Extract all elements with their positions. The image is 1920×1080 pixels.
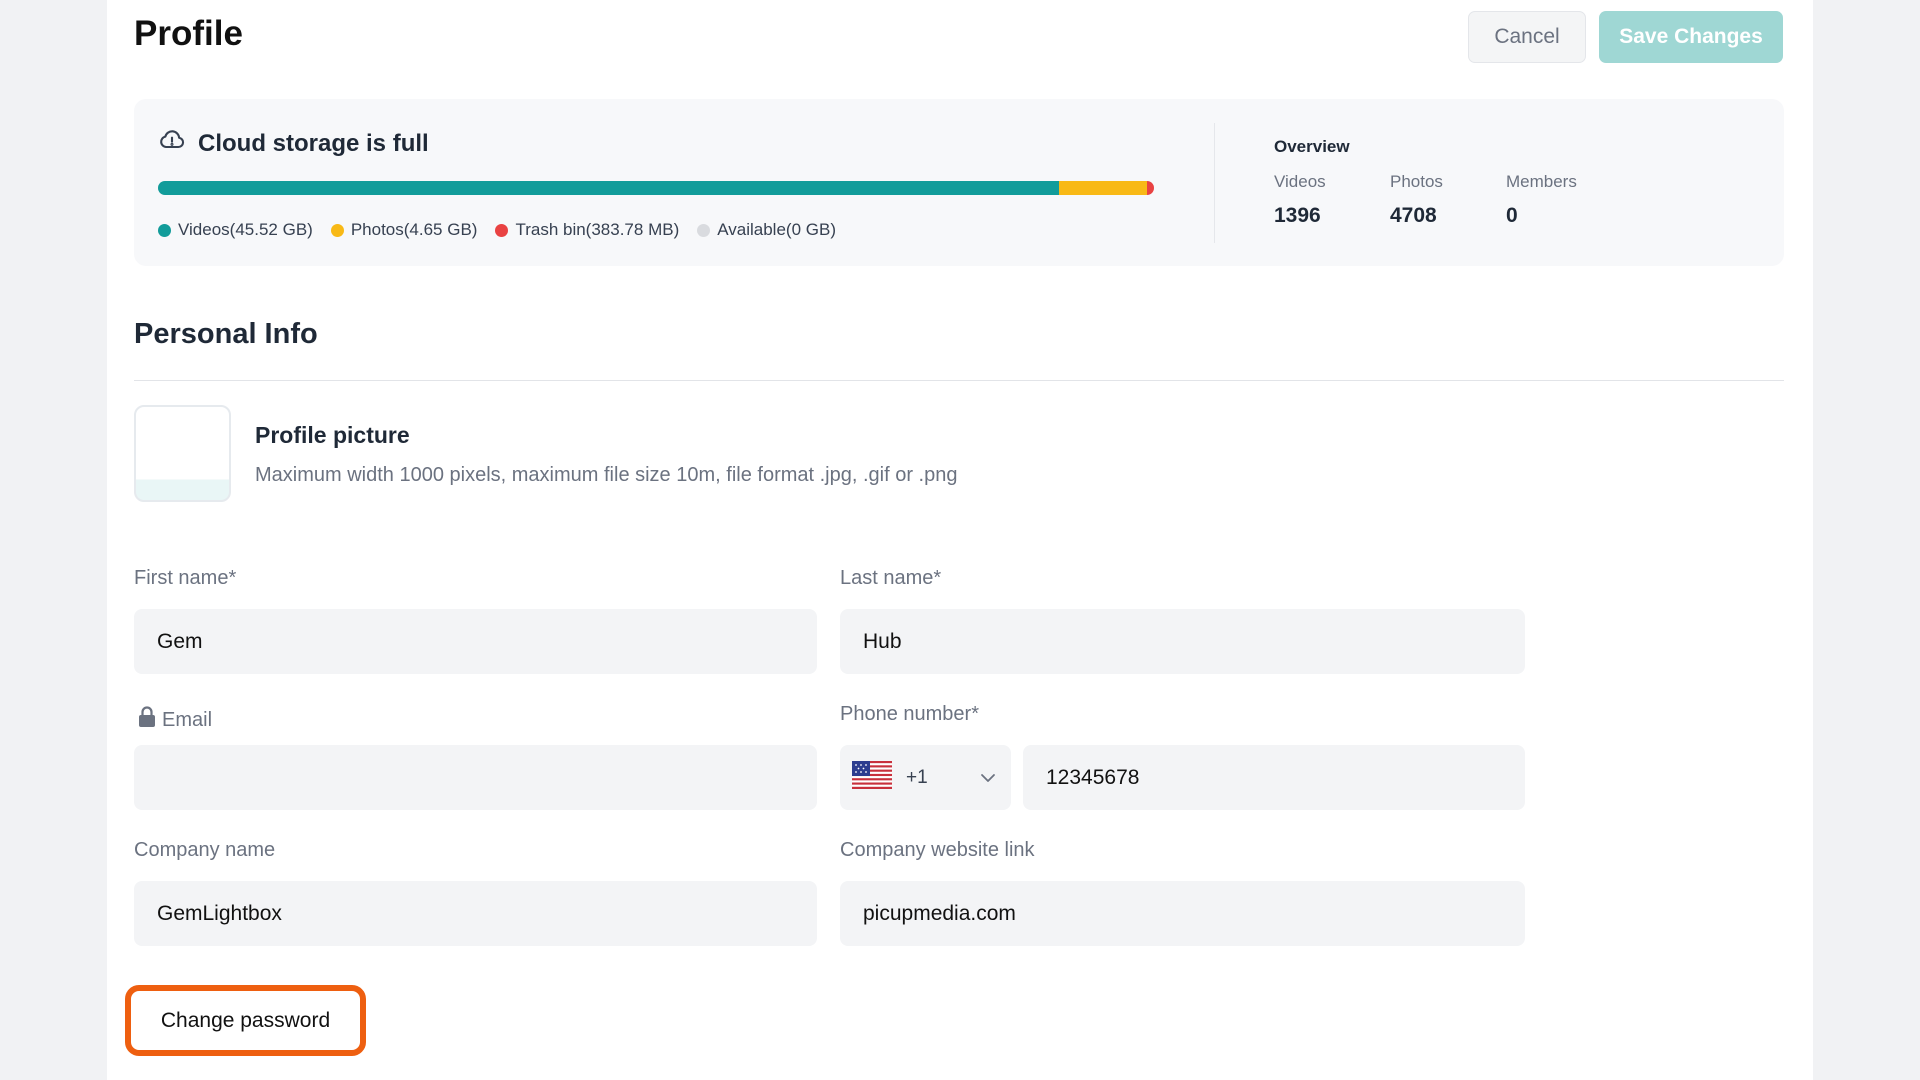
stat-members: Members 0 bbox=[1506, 172, 1577, 228]
chevron-down-icon bbox=[979, 769, 997, 787]
change-password-button[interactable]: Change password bbox=[125, 985, 366, 1056]
legend-dot-trash bbox=[495, 223, 509, 237]
legend-label-photos: Photos(4.65 GB) bbox=[350, 220, 478, 239]
legend-item-photos: Photos(4.65 GB) bbox=[330, 220, 478, 240]
legend-label-available: Available(0 GB) bbox=[717, 220, 836, 239]
cloud-alert-icon bbox=[158, 126, 186, 161]
profile-picture-description: Maximum width 1000 pixels, maximum file … bbox=[255, 464, 958, 486]
lock-icon bbox=[138, 706, 156, 734]
company-name-input[interactable]: GemLightbox bbox=[134, 881, 817, 946]
email-label-row: Email bbox=[138, 706, 212, 734]
legend-dot-videos bbox=[158, 223, 171, 237]
storage-panel: Cloud storage is full Videos(45.52 GB) P… bbox=[134, 99, 1784, 266]
cancel-button[interactable]: Cancel bbox=[1468, 11, 1586, 63]
save-changes-button[interactable]: Save Changes bbox=[1599, 11, 1783, 63]
storage-segment-trash bbox=[1147, 181, 1154, 195]
stat-value-photos: 4708 bbox=[1390, 204, 1437, 227]
storage-segment-videos bbox=[158, 181, 1060, 195]
first-name-input[interactable]: Gem bbox=[134, 609, 817, 674]
profile-picture-upload[interactable] bbox=[134, 405, 231, 502]
storage-divider bbox=[1214, 123, 1215, 243]
stat-videos: Videos 1396 bbox=[1274, 172, 1326, 228]
country-code-value: +1 bbox=[906, 766, 928, 788]
stat-value-videos: 1396 bbox=[1274, 204, 1321, 227]
legend-dot-photos bbox=[330, 223, 344, 237]
legend-item-available: Available(0 GB) bbox=[697, 220, 836, 240]
legend-dot-available bbox=[697, 223, 711, 237]
legend-label-trash: Trash bin(383.78 MB) bbox=[515, 220, 680, 239]
stat-label-videos: Videos bbox=[1274, 172, 1326, 191]
storage-usage-bar bbox=[158, 181, 1154, 195]
storage-title: Cloud storage is full bbox=[158, 126, 429, 161]
company-website-input[interactable]: picupmedia.com bbox=[840, 881, 1525, 946]
phone-number-input[interactable]: 12345678 bbox=[1023, 745, 1525, 810]
stat-value-members: 0 bbox=[1506, 204, 1518, 227]
page-title: Profile bbox=[134, 14, 243, 53]
stat-label-photos: Photos bbox=[1390, 172, 1443, 191]
email-label: Email bbox=[162, 708, 213, 731]
section-divider bbox=[134, 380, 1784, 381]
email-input[interactable] bbox=[134, 745, 817, 810]
us-flag-icon bbox=[852, 760, 892, 795]
storage-title-text: Cloud storage is full bbox=[198, 129, 429, 157]
company-website-label: Company website link bbox=[840, 839, 1035, 861]
legend-label-videos: Videos(45.52 GB) bbox=[178, 220, 313, 239]
storage-legend: Videos(45.52 GB) Photos(4.65 GB) Trash b… bbox=[158, 220, 836, 240]
legend-item-videos: Videos(45.52 GB) bbox=[158, 220, 313, 240]
country-code-select[interactable]: +1 bbox=[840, 745, 1011, 810]
stat-label-members: Members bbox=[1506, 172, 1577, 191]
last-name-input[interactable]: Hub bbox=[840, 609, 1525, 674]
section-title-personal-info: Personal Info bbox=[134, 318, 318, 350]
first-name-label: First name* bbox=[134, 567, 237, 589]
last-name-label: Last name* bbox=[840, 567, 942, 589]
profile-picture-title: Profile picture bbox=[255, 422, 410, 448]
storage-segment-photos bbox=[1059, 181, 1148, 195]
legend-item-trash: Trash bin(383.78 MB) bbox=[495, 220, 679, 240]
phone-number-label: Phone number* bbox=[840, 703, 979, 725]
stat-photos: Photos 4708 bbox=[1390, 172, 1443, 228]
overview-title: Overview bbox=[1274, 137, 1350, 156]
company-name-label: Company name bbox=[134, 839, 276, 861]
